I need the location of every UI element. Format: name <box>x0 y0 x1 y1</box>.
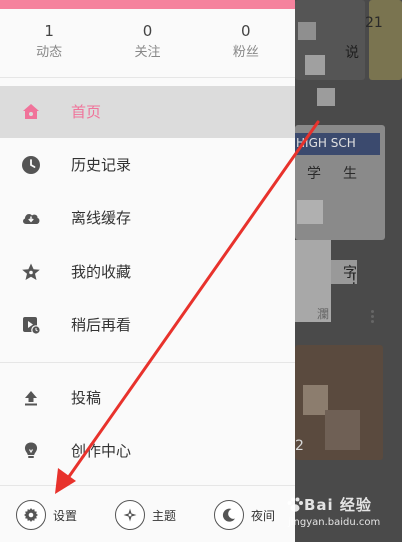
stat-followers[interactable]: 0 粉丝 <box>197 9 295 76</box>
theme-label: 主题 <box>152 508 177 523</box>
lightbulb-icon <box>21 441 41 461</box>
menu-item-label: 创作中心 <box>71 442 132 460</box>
watermark: Bai 经验 jingyan.baidu.com <box>282 494 402 538</box>
night-mode-label: 夜间 <box>251 508 276 523</box>
settings-button[interactable]: 设置 <box>16 500 77 530</box>
menu-item-watch-later[interactable]: 稍后再看 <box>0 299 295 351</box>
stat-dynamics[interactable]: 1 动态 <box>0 9 98 76</box>
gear-icon <box>16 500 46 530</box>
stat-label: 动态 <box>36 45 63 60</box>
content-text: 瀾 <box>317 307 330 321</box>
content-text: 2 <box>295 438 304 454</box>
stat-label: 关注 <box>134 45 161 60</box>
theme-button[interactable]: 主题 <box>115 500 176 530</box>
menu-item-upload[interactable]: 投稿 <box>0 372 295 424</box>
mosaic-block <box>305 55 325 75</box>
content-text: ! <box>351 272 357 288</box>
content-text: 21 <box>365 15 383 31</box>
content-text: HIGH SCH <box>296 136 356 150</box>
upload-icon <box>21 388 41 408</box>
night-mode-button[interactable]: 夜间 <box>214 500 275 530</box>
menu-item-label: 我的收藏 <box>71 263 132 281</box>
navigation-drawer: 1 动态 0 关注 0 粉丝 首页 历史记录 离线缓存 我的收藏 稍后再看 投稿… <box>0 0 295 542</box>
menu-item-label: 首页 <box>71 103 102 121</box>
mosaic-block <box>298 22 316 40</box>
content-text: 说 <box>345 45 359 61</box>
drawer-bottom-bar: 设置 主题 夜间 <box>0 486 295 542</box>
more-options-icon[interactable] <box>371 310 374 323</box>
watermark-main: Bai 经验 <box>304 496 372 514</box>
divider <box>0 77 295 78</box>
star-icon <box>21 262 41 282</box>
home-icon <box>21 102 41 122</box>
cloud-download-icon <box>21 208 41 228</box>
background-content-overlay[interactable]: 21 说 HIGH SCH 学 生 字 ! 瀾 2 <box>295 0 402 542</box>
content-card <box>369 0 402 80</box>
menu-item-label: 投稿 <box>71 389 102 407</box>
divider <box>0 362 295 363</box>
content-text: 生 <box>343 166 357 182</box>
content-text: 学 <box>307 166 321 182</box>
mosaic-block <box>297 200 323 224</box>
watch-later-icon <box>21 315 41 335</box>
menu-item-label: 离线缓存 <box>71 209 132 227</box>
clock-icon <box>21 155 41 175</box>
user-stats: 1 动态 0 关注 0 粉丝 <box>0 9 295 76</box>
stat-count: 0 <box>241 22 251 40</box>
mosaic-block <box>325 410 360 450</box>
menu-item-label: 稍后再看 <box>71 316 132 334</box>
header-accent-bar <box>0 0 295 9</box>
stat-count: 1 <box>44 22 54 40</box>
stat-count: 0 <box>142 22 153 40</box>
menu-item-label: 历史记录 <box>71 156 132 174</box>
stat-following[interactable]: 0 关注 <box>98 9 196 76</box>
menu-item-home[interactable]: 首页 <box>0 86 295 138</box>
menu-item-creator-center[interactable]: 创作中心 <box>0 425 295 477</box>
theme-icon <box>115 500 145 530</box>
settings-label: 设置 <box>53 508 78 523</box>
menu-item-offline-cache[interactable]: 离线缓存 <box>0 192 295 244</box>
mosaic-block <box>317 88 335 106</box>
paw-icon <box>287 497 303 512</box>
menu-item-history[interactable]: 历史记录 <box>0 139 295 191</box>
watermark-url: jingyan.baidu.com <box>288 517 381 528</box>
moon-icon <box>214 500 244 530</box>
menu-item-favorites[interactable]: 我的收藏 <box>0 246 295 298</box>
stat-label: 粉丝 <box>232 45 259 60</box>
